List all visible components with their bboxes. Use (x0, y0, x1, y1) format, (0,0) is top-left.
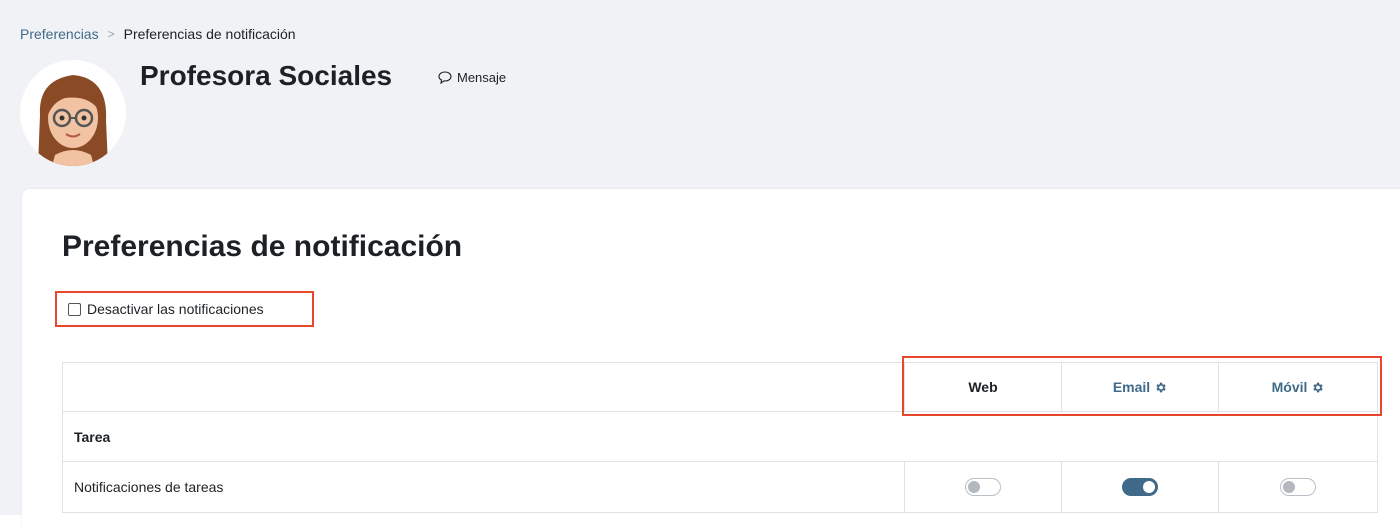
chevron-right-icon: > (107, 27, 115, 41)
breadcrumb-link-preferencias[interactable]: Preferencias (20, 26, 99, 42)
header-email-label[interactable]: Email (1113, 379, 1150, 395)
section-row-tarea: Tarea (63, 412, 1377, 462)
gear-icon[interactable] (1154, 381, 1167, 394)
header-movil[interactable]: Móvil (1219, 363, 1377, 411)
row-label: Notificaciones de tareas (63, 462, 905, 512)
disable-notifications-checkbox[interactable] (68, 302, 81, 316)
avatar-illustration (38, 75, 108, 166)
header-email[interactable]: Email (1062, 363, 1219, 411)
header-web: Web (905, 363, 1062, 411)
header-web-label: Web (968, 379, 998, 395)
avatar[interactable] (20, 60, 126, 166)
disable-notifications-option[interactable]: Desactivar las notificaciones (55, 291, 314, 327)
profile-name: Profesora Sociales (140, 60, 393, 91)
message-label: Mensaje (457, 70, 507, 85)
toggle-web[interactable] (965, 478, 1001, 496)
page-title: Preferencias de notificación (62, 230, 463, 263)
section-label: Tarea (74, 428, 111, 445)
table-header-row: Web Email Móvil (63, 363, 1377, 412)
breadcrumb-current: Preferencias de notificación (123, 26, 296, 42)
toggle-email[interactable] (1122, 478, 1158, 496)
gear-icon[interactable] (1311, 381, 1324, 394)
cell-movil (1219, 462, 1377, 512)
table-header-name (63, 363, 905, 411)
toggle-movil[interactable] (1280, 478, 1316, 496)
disable-notifications-label: Desactivar las notificaciones (87, 301, 264, 317)
cell-web (905, 462, 1062, 512)
speech-bubble-icon (438, 71, 452, 84)
cell-email (1062, 462, 1219, 512)
notification-preferences-table: Web Email Móvil Tarea Notificaciones de … (62, 362, 1378, 513)
breadcrumb: Preferencias > Preferencias de notificac… (20, 26, 296, 42)
message-link[interactable]: Mensaje (438, 70, 506, 85)
table-row: Notificaciones de tareas (63, 462, 1377, 513)
header-movil-label[interactable]: Móvil (1272, 379, 1308, 395)
